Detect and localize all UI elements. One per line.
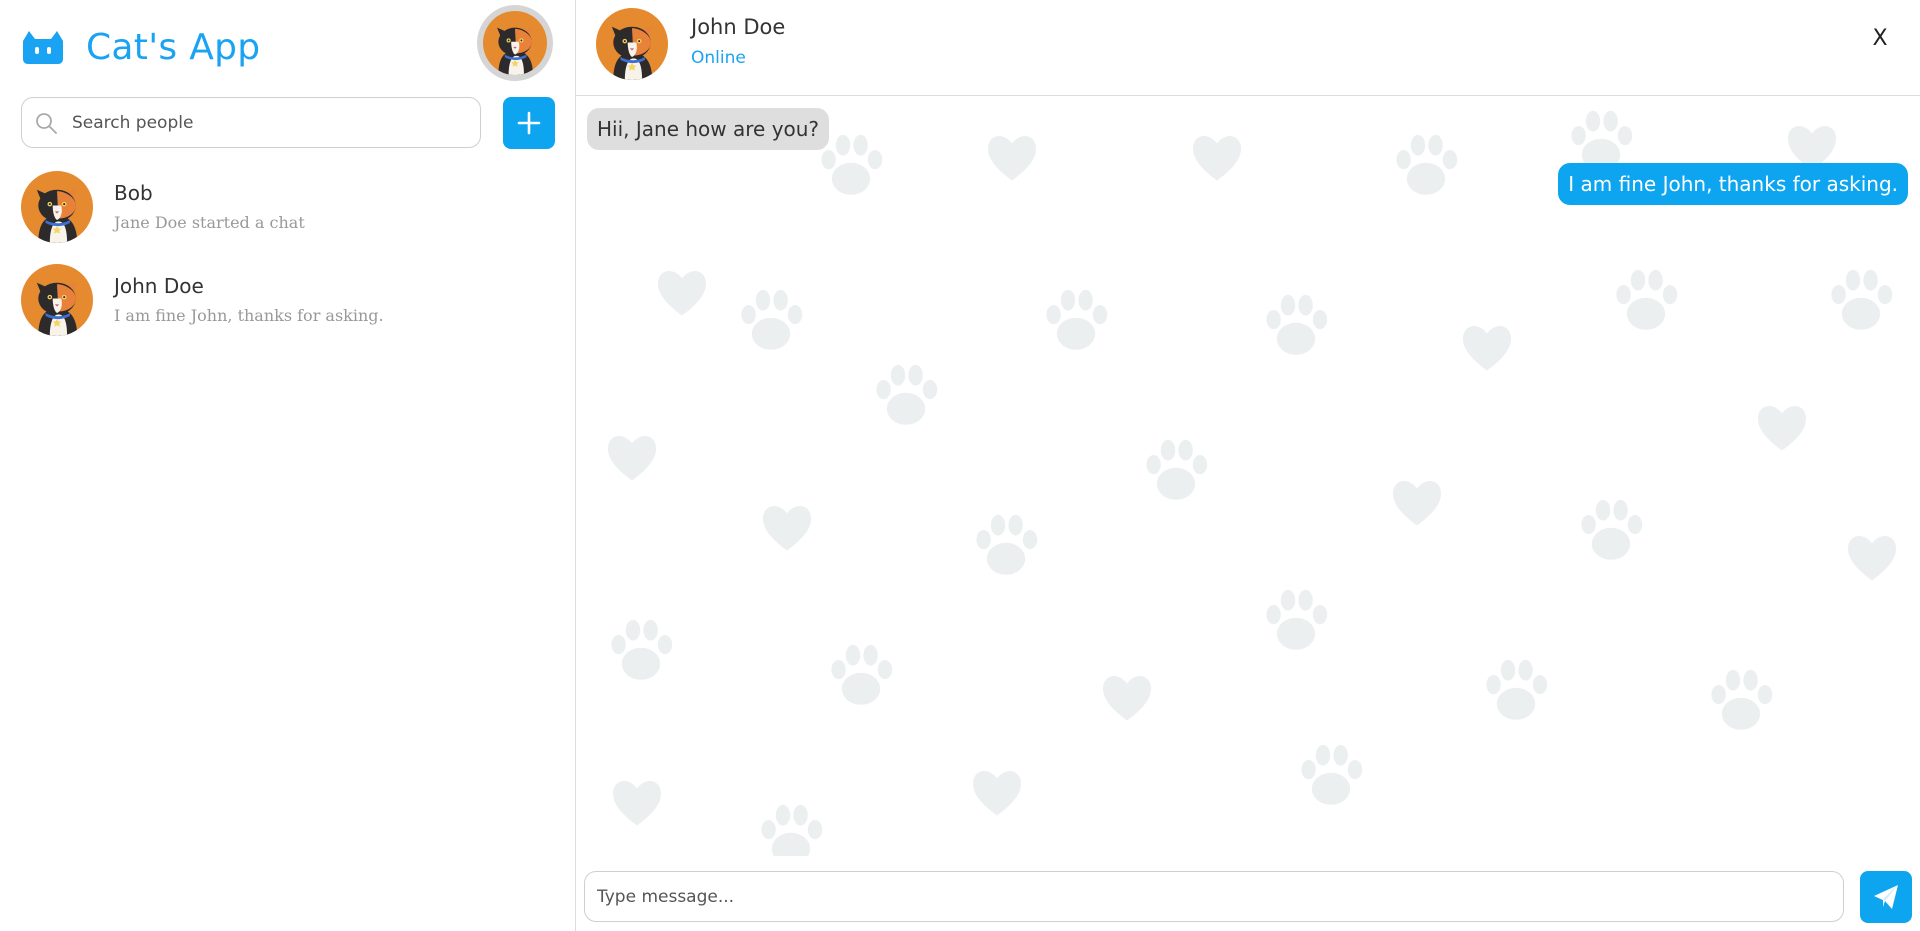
send-button[interactable] (1860, 871, 1912, 923)
message-list[interactable]: Hii, Jane how are you? I am fine John, t… (576, 96, 1920, 856)
chat-peer-name: John Doe (691, 15, 786, 39)
cat-avatar (596, 8, 668, 80)
my-profile-avatar[interactable] (477, 5, 553, 81)
paper-plane-icon (1874, 885, 1898, 909)
contact-last-message: I am fine John, thanks for asking. (114, 305, 384, 325)
message-composer (584, 871, 1844, 922)
contact-name: John Doe (114, 273, 204, 298)
search-input[interactable] (70, 111, 464, 134)
cat-face-icon (23, 31, 63, 64)
search-box (21, 97, 481, 148)
brand: Cat's App (21, 26, 261, 68)
new-chat-button[interactable] (503, 97, 555, 149)
sidebar: Cat's App Bob Jane Doe started a chat Jo… (0, 0, 576, 931)
cat-avatar (483, 11, 547, 75)
contact-text: John Doe I am fine John, thanks for aski… (114, 272, 384, 329)
contact-name: Bob (114, 180, 153, 205)
chat-header: John Doe Online X (576, 0, 1920, 96)
cat-avatar (21, 171, 93, 243)
plus-icon (517, 111, 541, 135)
search-icon (36, 112, 57, 134)
message-input[interactable] (595, 885, 1829, 908)
cat-avatar (21, 264, 93, 336)
message-bubble-incoming: Hii, Jane how are you? (587, 108, 830, 150)
contact-last-message: Jane Doe started a chat (114, 212, 305, 232)
app-title: Cat's App (86, 26, 261, 68)
contact-text: Bob Jane Doe started a chat (114, 179, 305, 236)
chat-panel: John Doe Online X Hii, Jane how are you?… (576, 0, 1920, 931)
paw-pattern-background (607, 110, 1897, 856)
chat-peer-status: Online (691, 48, 746, 68)
message-bubble-outgoing: I am fine John, thanks for asking. (1558, 163, 1908, 205)
contact-item-john-doe[interactable]: John Doe I am fine John, thanks for aski… (21, 263, 561, 337)
close-chat-button[interactable]: X (1865, 23, 1895, 53)
contact-item-bob[interactable]: Bob Jane Doe started a chat (21, 170, 561, 244)
